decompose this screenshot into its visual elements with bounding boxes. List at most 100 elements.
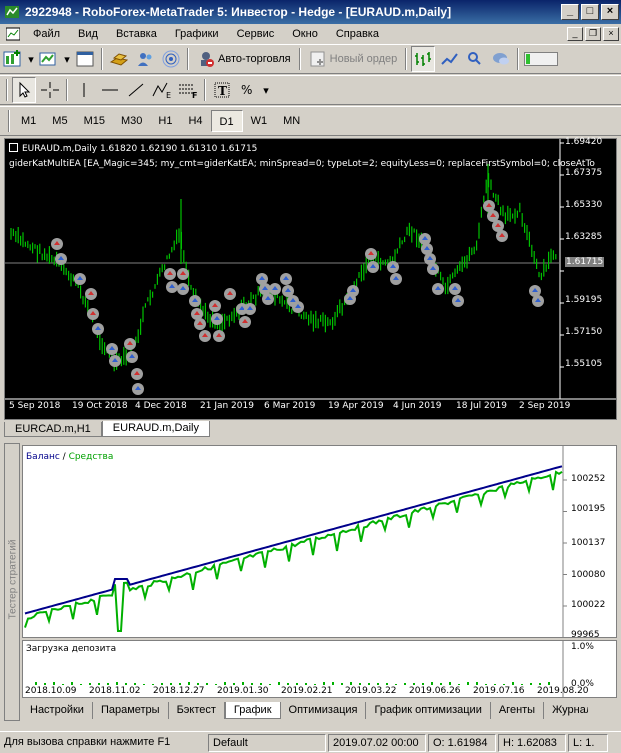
- balance-level-1: 100195: [571, 504, 606, 514]
- date-label-0: 5 Sep 2018: [9, 401, 61, 411]
- trade-marker: [269, 283, 281, 295]
- deposit-bar: [359, 683, 361, 685]
- trade-marker: [239, 316, 251, 328]
- timeframe-mn[interactable]: MN: [275, 110, 308, 132]
- chart-type-button[interactable]: [411, 46, 436, 72]
- navigator-button[interactable]: [133, 46, 157, 72]
- signals-button[interactable]: [159, 46, 183, 72]
- new-chart-dropdown[interactable]: ▾: [27, 46, 35, 72]
- fibonacci-button[interactable]: F: [176, 77, 200, 103]
- deposit-load-graph: Загрузка депозита 1.0% 0.0% 2018.10.09 2…: [22, 640, 617, 698]
- price-chart[interactable]: EURAUD.m,Daily 1.61820 1.62190 1.61310 1…: [4, 137, 617, 420]
- crosshair-icon: [41, 82, 59, 98]
- search-button[interactable]: [463, 46, 487, 72]
- tester-tab-backtest[interactable]: Бэктест: [169, 702, 225, 719]
- gold-bars-icon: [109, 53, 129, 66]
- horizontal-line-button[interactable]: [98, 77, 122, 103]
- app-icon: [5, 6, 19, 18]
- timeframe-h1[interactable]: H1: [150, 110, 180, 132]
- vertical-line-button[interactable]: [72, 77, 96, 103]
- trade-marker: [194, 318, 206, 330]
- close-button[interactable]: ×: [601, 4, 619, 20]
- mdi-minimize-button[interactable]: _: [567, 27, 583, 41]
- chart-zoom-button[interactable]: [437, 46, 461, 72]
- tester-tab-agents[interactable]: Агенты: [491, 702, 545, 719]
- chart-tab-euraud[interactable]: EURAUD.m,Daily: [101, 421, 210, 437]
- timeframe-m1[interactable]: M1: [13, 110, 44, 132]
- timeframe-m30[interactable]: M30: [113, 110, 150, 132]
- market-watch-button[interactable]: [107, 46, 131, 72]
- autotrading-icon: [201, 52, 214, 67]
- cursor-icon: [19, 81, 31, 98]
- deposit-bar: [224, 682, 226, 685]
- trade-marker: [126, 351, 138, 363]
- deposit-bar: [341, 683, 343, 685]
- timeframe-w1[interactable]: W1: [243, 110, 276, 132]
- profiles-dropdown[interactable]: ▾: [63, 46, 71, 72]
- deposit-bar: [296, 683, 298, 685]
- trade-marker: [262, 293, 274, 305]
- minimize-button[interactable]: _: [561, 4, 579, 20]
- deposit-bar: [134, 683, 136, 685]
- tester-date-7: 2019.07.16: [473, 686, 525, 696]
- tester-tab-optimization-graph[interactable]: График оптимизации: [366, 702, 491, 719]
- vertical-line-icon: [83, 83, 85, 97]
- new-order-button[interactable]: Новый ордер: [305, 46, 402, 72]
- timeframe-m15[interactable]: M15: [76, 110, 113, 132]
- deposit-bar: [314, 684, 316, 685]
- arrows-dropdown[interactable]: ▾: [262, 77, 270, 103]
- deposit-bar: [368, 683, 370, 685]
- trade-marker: [92, 323, 104, 335]
- price-label-6: 1.57150: [565, 327, 603, 337]
- tester-tab-optimization[interactable]: Оптимизация: [281, 702, 367, 719]
- chart-tab-eurcad[interactable]: EURCAD.m,H1: [4, 422, 102, 437]
- menu-file[interactable]: Файл: [24, 28, 69, 40]
- text-tool-button[interactable]: T: [210, 77, 234, 103]
- cpu-indicator: [523, 46, 559, 72]
- maximize-button[interactable]: □: [581, 4, 599, 20]
- menu-insert[interactable]: Вставка: [107, 28, 166, 40]
- deposit-bar: [476, 682, 478, 685]
- bar-chart-icon: [415, 52, 432, 66]
- date-label-4: 6 Mar 2019: [264, 401, 316, 411]
- trade-marker: [106, 343, 118, 355]
- balance-graph[interactable]: Баланс / Средства 100252 100195 100137 1…: [22, 445, 617, 640]
- menu-view[interactable]: Вид: [69, 28, 107, 40]
- chart-header-text: EURAUD.m,Daily 1.61820 1.62190 1.61310 1…: [22, 144, 258, 154]
- cursor-tool-button[interactable]: [12, 77, 36, 103]
- timeframe-d1[interactable]: D1: [210, 110, 243, 132]
- deposit-bar: [440, 683, 442, 685]
- tester-tab-inputs[interactable]: Параметры: [93, 702, 169, 719]
- timeframe-h4[interactable]: H4: [180, 110, 210, 132]
- tester-date-4: 2019.02.21: [281, 686, 333, 696]
- trend-line-icon: [128, 83, 144, 97]
- window-arrange-button[interactable]: [73, 46, 97, 72]
- tester-tab-settings[interactable]: Настройки: [22, 702, 93, 719]
- arrows-tool-button[interactable]: %: [236, 77, 260, 103]
- tester-tab-journal[interactable]: Журнал: [544, 702, 588, 719]
- menu-tools[interactable]: Сервис: [228, 28, 284, 40]
- new-chart-button[interactable]: [1, 46, 25, 72]
- menu-help[interactable]: Справка: [327, 28, 388, 40]
- tester-tab-graph[interactable]: График: [224, 702, 281, 719]
- elliott-wave-button[interactable]: E: [150, 77, 174, 103]
- svg-text:E: E: [166, 91, 171, 99]
- profiles-button[interactable]: [37, 46, 61, 72]
- trade-marker: [131, 368, 143, 380]
- crosshair-tool-button[interactable]: [38, 77, 62, 103]
- mdi-close-button[interactable]: ×: [603, 27, 619, 41]
- autotrading-button[interactable]: Авто-торговля: [193, 46, 295, 72]
- trade-marker: [213, 330, 225, 342]
- menu-charts[interactable]: Графики: [166, 28, 228, 40]
- deposit-bar: [377, 683, 379, 685]
- chat-icon: [493, 53, 510, 65]
- svg-text:T: T: [218, 84, 227, 98]
- price-chart-canvas: [5, 139, 616, 400]
- trend-line-button[interactable]: [124, 77, 148, 103]
- menu-window[interactable]: Окно: [283, 28, 327, 40]
- status-help: Для вызова справки нажмите F1: [4, 735, 171, 748]
- timeframe-m5[interactable]: M5: [44, 110, 75, 132]
- chat-button[interactable]: [489, 46, 513, 72]
- balance-level-0: 100252: [571, 474, 606, 484]
- mdi-restore-button[interactable]: ❐: [585, 27, 601, 41]
